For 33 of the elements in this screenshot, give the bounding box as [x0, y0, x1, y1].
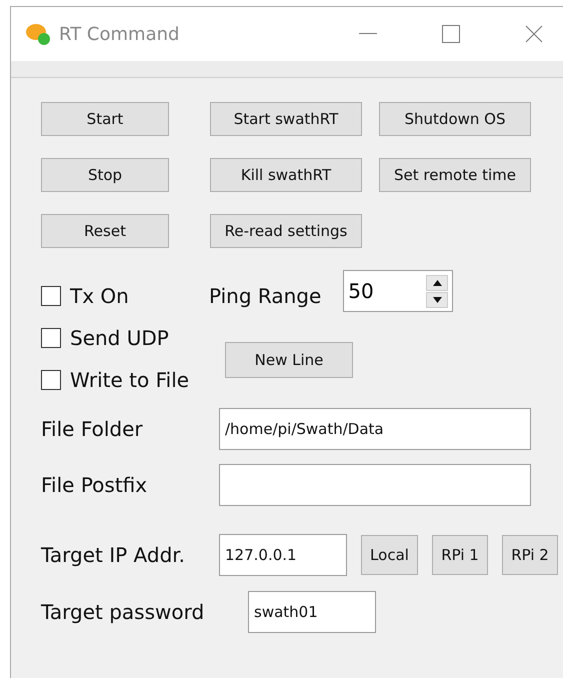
command-button[interactable]: Reset [41, 214, 169, 248]
checkbox[interactable] [41, 370, 61, 390]
command-button[interactable]: Shutdown OS [379, 102, 531, 136]
window-title: RT Command [59, 24, 180, 44]
input-field[interactable]: 127.0.0.1 [219, 534, 347, 576]
field-label: File Folder [41, 417, 144, 441]
preset-button[interactable]: RPi 2 [502, 535, 558, 575]
close-icon [525, 25, 543, 43]
checkbox-label: Write to File [70, 368, 190, 392]
new-line-button[interactable]: New Line [225, 342, 353, 378]
command-button[interactable]: Re-read settings [210, 214, 362, 248]
field-label: Target IP Addr. [41, 543, 186, 567]
minimize-icon [359, 33, 377, 35]
command-button[interactable]: Kill swathRT [210, 158, 362, 192]
field-label: Target password [41, 600, 206, 624]
ping-range-label: Ping Range [209, 284, 322, 308]
command-button[interactable]: Set remote time [379, 158, 531, 192]
checkbox-label: Send UDP [70, 326, 169, 350]
command-button[interactable]: Start swathRT [210, 102, 362, 136]
ping-range-spinbox[interactable]: 50 [343, 270, 454, 312]
command-button[interactable]: Stop [41, 158, 169, 192]
field-label: File Postfix [41, 473, 148, 497]
input-field[interactable]: /home/pi/Swath/Data [219, 408, 531, 450]
input-field[interactable] [219, 464, 531, 506]
checkbox-label: Tx On [70, 284, 129, 308]
checkbox[interactable] [41, 328, 61, 348]
checkbox[interactable] [41, 286, 61, 306]
maximize-icon [442, 25, 460, 43]
preset-button[interactable]: RPi 1 [432, 535, 488, 575]
input-field[interactable]: swath01 [248, 591, 376, 633]
preset-button[interactable]: Local [361, 535, 418, 575]
app-icon [25, 22, 51, 46]
command-button[interactable]: Start [41, 102, 169, 136]
